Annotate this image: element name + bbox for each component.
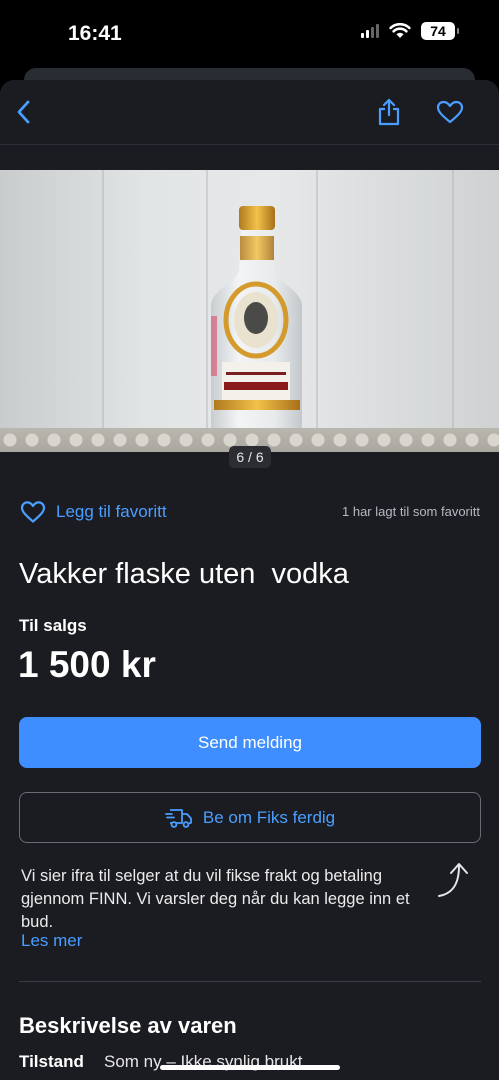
cellular-signal-icon <box>361 24 379 38</box>
fiks-ferdig-label: Be om Fiks ferdig <box>202 807 336 827</box>
delivery-truck-icon <box>164 808 192 828</box>
battery-indicator: 74 <box>421 22 459 40</box>
photo-gallery[interactable] <box>0 170 499 452</box>
add-favorite-link[interactable]: Legg til favoritt <box>56 502 167 522</box>
status-icons: 74 <box>361 22 459 40</box>
favorite-count: 1 har lagt til som favoritt <box>342 504 480 519</box>
status-bar: 16:41 74 <box>0 0 499 70</box>
share-icon <box>378 98 400 126</box>
description-heading: Beskrivelse av varen <box>19 1013 237 1038</box>
curved-arrow-up-icon <box>438 863 468 897</box>
share-button[interactable] <box>371 94 407 130</box>
back-button[interactable] <box>6 94 42 130</box>
section-divider <box>19 981 481 982</box>
heart-icon <box>436 100 464 124</box>
send-message-button[interactable]: Send melding <box>19 717 481 768</box>
wifi-icon <box>389 23 411 38</box>
nav-bar <box>0 80 499 145</box>
chevron-left-icon <box>17 100 30 124</box>
sale-type-label: Til salgs <box>19 616 87 635</box>
status-time: 16:41 <box>68 22 122 45</box>
fiks-ferdig-button[interactable]: Be om Fiks ferdig <box>19 792 481 843</box>
photo-counter: 6 / 6 <box>229 446 271 468</box>
read-more-link[interactable]: Les mer <box>21 931 82 951</box>
listing-sheet: 6 / 6 Legg til favoritt 1 har lagt til s… <box>0 80 499 1080</box>
listing-title: Vakker flaske uten vodka <box>19 558 349 590</box>
fiks-ferdig-info: Vi sier ifra til selger at du vil fikse … <box>21 867 410 931</box>
bottle-photo <box>211 206 302 434</box>
favorite-button[interactable] <box>432 94 468 130</box>
favorite-row: Legg til favoritt 1 har lagt til som fav… <box>20 500 480 524</box>
home-indicator[interactable] <box>160 1065 340 1070</box>
listing-price: 1 500 kr <box>18 644 156 685</box>
condition-label: Tilstand <box>19 1052 84 1071</box>
heart-outline-icon[interactable] <box>20 500 46 524</box>
